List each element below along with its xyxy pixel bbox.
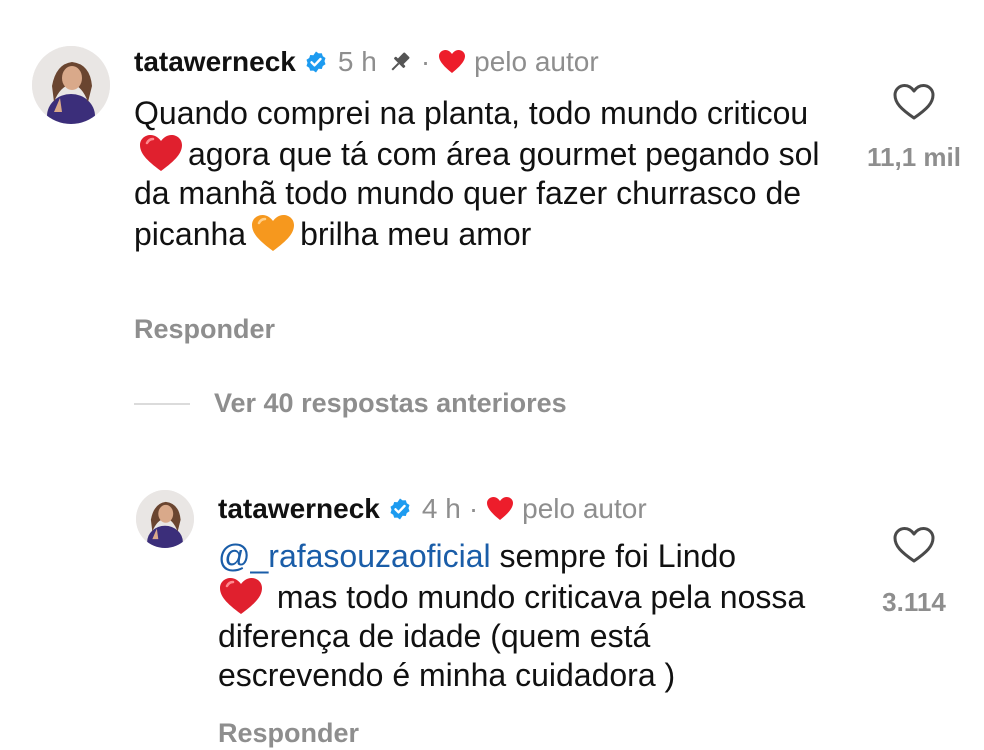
like-count: 3.114 [882,587,946,617]
avatar-photo [136,490,194,548]
comment-time: 5 h [337,46,377,77]
comments-thread: tatawerneck 5 h · pelo autor Quando comp… [0,0,984,750]
divider-line [134,402,190,405]
like-heart-icon[interactable] [892,82,936,122]
author-like-heart-icon [438,49,466,75]
like-heart-icon[interactable] [892,525,936,565]
avatar-photo [32,46,110,124]
author-like-heart-icon [486,496,514,522]
orange-heart-emoji [250,213,296,253]
comment-header: tatawerneck 5 h · pelo autor [134,45,599,79]
comment-text-part: sempre foi Lindo [499,538,737,574]
comment-text-part: Quando comprei na planta, todo mundo cri… [134,95,809,131]
comment-text-part: mas todo mundo criticava pela nossa dife… [218,579,806,693]
comment-text: @_rafasouzaoficial sempre foi Lindo mas … [218,537,818,695]
like-count: 11,1 mil [867,142,961,172]
view-replies-label: Ver 40 respostas anteriores [214,388,567,418]
separator-dot: · [420,46,431,77]
comment-text: Quando comprei na planta, todo mundo cri… [134,94,834,254]
username[interactable]: tatawerneck [134,45,296,79]
reply-button[interactable]: Responder [134,314,275,345]
username[interactable]: tatawerneck [218,492,380,526]
reply-button[interactable]: Responder [218,718,359,749]
red-heart-emoji [218,576,264,616]
comment-text-part: brilha meu amor [300,216,532,252]
comment-time: 4 h [421,493,461,524]
mention-link[interactable]: @_rafasouzaoficial [218,538,491,574]
avatar[interactable] [136,490,194,548]
liked-by-author-label: pelo autor [522,493,647,524]
verified-badge-icon [388,497,412,521]
avatar[interactable] [32,46,110,124]
verified-badge-icon [304,50,328,74]
separator-dot: · [468,493,479,524]
liked-by-author-label: pelo autor [474,46,599,77]
view-previous-replies[interactable]: Ver 40 respostas anteriores [134,388,567,419]
comment-header: tatawerneck 4 h · pelo autor [218,492,647,526]
red-heart-emoji [138,133,184,173]
pin-icon [387,49,413,75]
